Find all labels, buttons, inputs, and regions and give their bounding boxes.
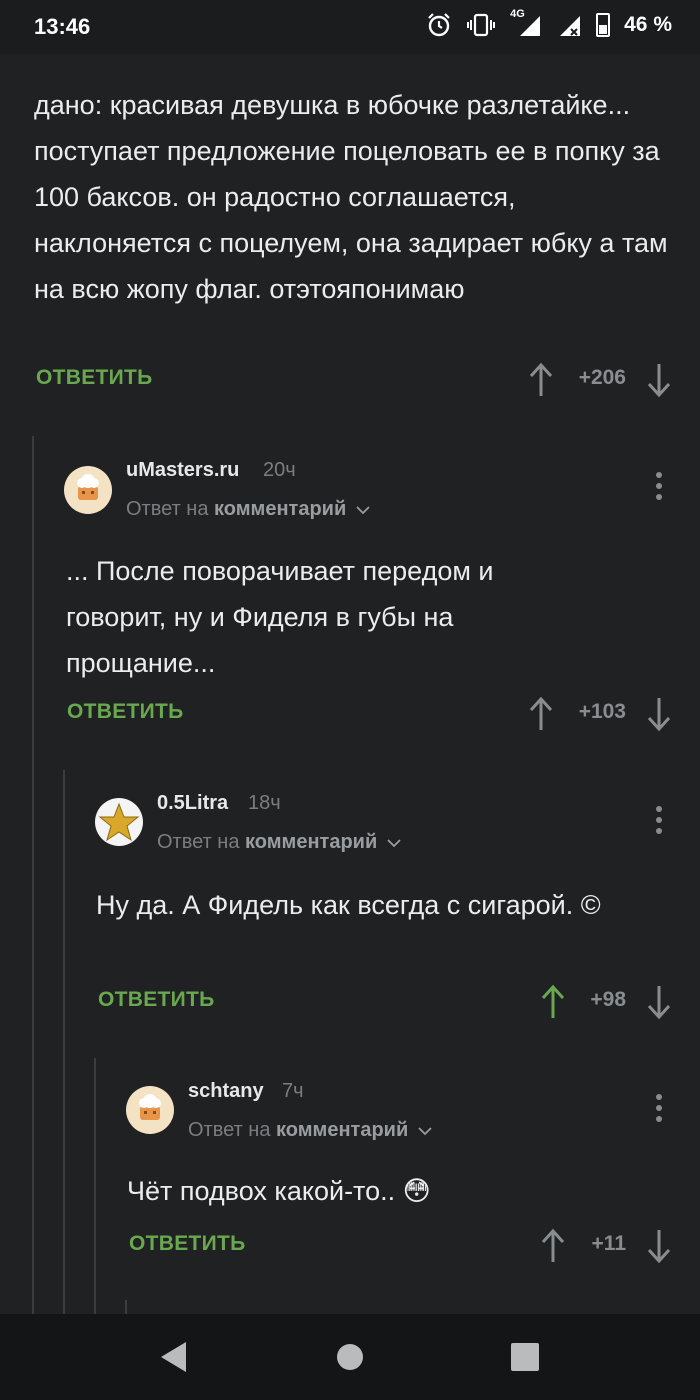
comment-actions: ОТВЕТИТЬ +103: [67, 696, 677, 740]
more-options-icon[interactable]: [654, 806, 664, 840]
reply-to-target: комментарий: [214, 498, 347, 520]
comment-score: +11: [591, 1232, 626, 1255]
thread-line: [63, 770, 65, 1314]
reply-to-link[interactable]: Ответ на комментарий: [126, 498, 370, 521]
comment-actions: ОТВЕТИТЬ +98: [98, 984, 678, 1028]
downvote-arrow-icon[interactable]: [644, 982, 674, 1022]
downvote-arrow-icon[interactable]: [644, 360, 674, 400]
home-icon[interactable]: [335, 1342, 365, 1372]
username[interactable]: 0.5Litra: [157, 792, 228, 815]
comment-time: 18ч: [248, 792, 281, 814]
username[interactable]: uMasters.ru: [126, 459, 239, 482]
chevron-down-icon: [387, 839, 401, 848]
signal-4g-icon: 4G: [510, 8, 542, 38]
comment-score: +103: [578, 700, 626, 723]
comment-actions: ОТВЕТИТЬ +206: [36, 362, 676, 406]
downvote-arrow-icon[interactable]: [644, 1226, 674, 1266]
upvote-arrow-icon[interactable]: [526, 360, 556, 400]
thread-line: [125, 1300, 127, 1314]
avatar[interactable]: [126, 1086, 174, 1134]
downvote-arrow-icon[interactable]: [644, 694, 674, 734]
upvote-arrow-icon[interactable]: [526, 694, 556, 734]
comment-time: 20ч: [263, 459, 296, 481]
reply-to-link[interactable]: Ответ на комментарий: [188, 1119, 432, 1142]
more-options-icon[interactable]: [654, 472, 664, 506]
battery-percent: 46 %: [624, 13, 672, 36]
comment-time: 7ч: [282, 1080, 304, 1102]
comment-text: ... После поворачивает передом и говорит…: [66, 556, 494, 678]
reply-to-prefix: Ответ на: [126, 498, 209, 520]
comment-root: дано: красивая девушка в юбочке разлетай…: [34, 82, 674, 312]
comment-text: Чёт подвох какой-то.. 😳: [127, 1176, 431, 1206]
reply-to-link[interactable]: Ответ на комментарий: [157, 831, 401, 854]
reply-to-prefix: Ответ на: [157, 831, 240, 853]
vibrate-icon: [467, 13, 496, 37]
signal-no-data-icon: [560, 16, 581, 36]
avatar[interactable]: [95, 798, 143, 846]
back-icon[interactable]: [158, 1340, 190, 1374]
reply-to-target: комментарий: [245, 831, 378, 853]
more-options-icon[interactable]: [654, 1094, 664, 1128]
avatar[interactable]: [64, 466, 112, 514]
chevron-down-icon: [356, 506, 370, 515]
comment-score: +206: [578, 366, 626, 389]
comment-text: Ну да. А Фидель как всегда с сигарой. ©: [96, 890, 601, 920]
comment-actions: ОТВЕТИТЬ +11: [129, 1228, 679, 1272]
navigation-bar: [0, 1314, 700, 1400]
upvote-arrow-icon[interactable]: [538, 982, 568, 1022]
reply-button[interactable]: ОТВЕТИТЬ: [36, 366, 153, 390]
reply-button[interactable]: ОТВЕТИТЬ: [129, 1232, 246, 1256]
status-bar: 13:46 4G 46 %: [0, 0, 700, 54]
recents-icon[interactable]: [510, 1342, 540, 1372]
reply-to-prefix: Ответ на: [188, 1119, 271, 1141]
status-icons: 4G 46 %: [426, 8, 672, 38]
reply-to-target: комментарий: [276, 1119, 409, 1141]
thread-line: [32, 436, 34, 1314]
status-time: 13:46: [34, 14, 91, 39]
chevron-down-icon: [418, 1127, 432, 1136]
thread-line: [94, 1058, 96, 1314]
reply-button[interactable]: ОТВЕТИТЬ: [67, 700, 184, 724]
comment-text: дано: красивая девушка в юбочке разлетай…: [34, 90, 668, 304]
alarm-icon: [428, 13, 450, 37]
reply-button[interactable]: ОТВЕТИТЬ: [98, 988, 215, 1012]
username[interactable]: schtany: [188, 1080, 264, 1103]
comments-thread: дано: красивая девушка в юбочке разлетай…: [0, 54, 700, 1314]
comment-score: +98: [590, 988, 626, 1011]
upvote-arrow-icon[interactable]: [538, 1226, 568, 1266]
battery-icon: [596, 13, 611, 37]
